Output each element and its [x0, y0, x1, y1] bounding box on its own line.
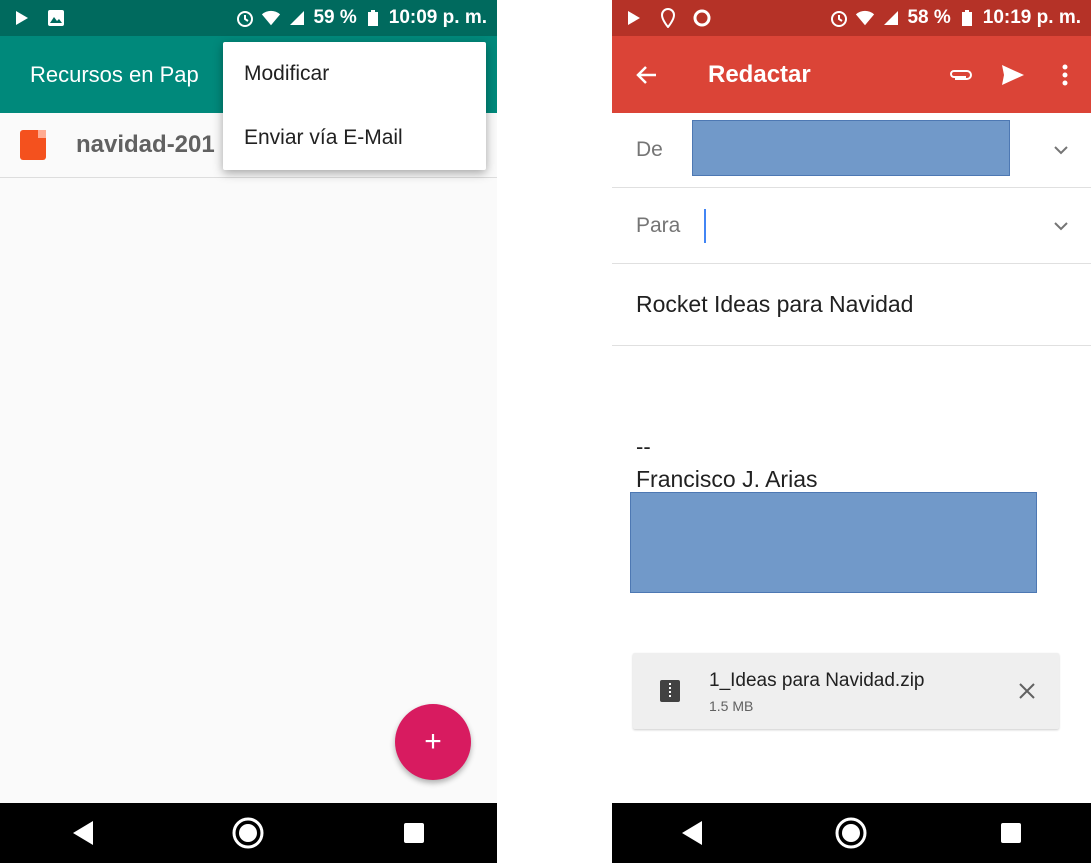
to-field[interactable]: Para [612, 188, 1091, 264]
alarm-icon [829, 8, 849, 28]
right-phone-screen: 58 % 10:19 p. m. Redactar De Para Rocket… [612, 0, 1091, 863]
signal-icon [881, 8, 901, 28]
chevron-down-icon[interactable] [1053, 218, 1069, 234]
navigation-bar [0, 803, 497, 863]
subject-field[interactable]: Rocket Ideas para Navidad [612, 264, 1091, 346]
back-arrow-icon[interactable] [612, 36, 682, 113]
clock: 10:19 p. m. [982, 7, 1081, 28]
pdf-icon [20, 130, 46, 160]
to-label: Para [636, 213, 681, 237]
menu-item-modificar[interactable]: Modificar [223, 42, 486, 106]
nav-recents-icon[interactable] [991, 813, 1031, 853]
redacted-email [692, 120, 1010, 176]
wifi-icon [855, 8, 875, 28]
navigation-bar [612, 803, 1091, 863]
file-name: navidad-201 [76, 131, 215, 158]
from-field[interactable]: De [612, 113, 1091, 188]
location-icon [658, 8, 678, 28]
paperclip-icon[interactable] [935, 36, 987, 113]
battery-percent: 58 % [907, 7, 951, 28]
app-bar: Redactar [612, 36, 1091, 113]
send-icon[interactable] [987, 36, 1039, 113]
page-title: Recursos en Pap [30, 61, 199, 87]
nav-back-icon[interactable] [672, 813, 712, 853]
image-icon [46, 8, 66, 28]
signature-name: Francisco J. Arias [636, 466, 818, 492]
from-label: De [636, 138, 663, 161]
close-icon[interactable] [1011, 675, 1043, 707]
more-vert-icon[interactable] [1039, 36, 1091, 113]
signature-separator: -- [636, 434, 651, 459]
wifi-icon [261, 8, 281, 28]
subject-text: Rocket Ideas para Navidad [636, 291, 914, 317]
overflow-menu: Modificar Enviar vía E-Mail [223, 42, 486, 170]
signal-icon [287, 8, 307, 28]
attachment-size: 1.5 MB [709, 698, 754, 714]
nav-back-icon[interactable] [63, 813, 103, 853]
play-icon [624, 8, 644, 28]
left-phone-screen: 59 % 10:09 p. m. Recursos en Pap navidad… [0, 0, 497, 863]
zip-file-icon [660, 680, 680, 702]
redacted-signature [630, 492, 1037, 593]
alarm-icon [235, 8, 255, 28]
nav-home-icon[interactable] [831, 813, 871, 853]
add-button[interactable]: + [395, 704, 471, 780]
nav-home-icon[interactable] [228, 813, 268, 853]
menu-item-send-email[interactable]: Enviar vía E-Mail [223, 106, 486, 170]
battery-icon [957, 8, 977, 28]
clock: 10:09 p. m. [388, 7, 487, 28]
attachment-chip[interactable]: 1_Ideas para Navidad.zip 1.5 MB [633, 653, 1059, 729]
status-bar: 58 % 10:19 p. m. [612, 0, 1091, 36]
play-icon [12, 8, 32, 28]
nav-recents-icon[interactable] [394, 813, 434, 853]
battery-icon [363, 8, 383, 28]
battery-percent: 59 % [313, 7, 357, 28]
chevron-down-icon[interactable] [1053, 142, 1069, 158]
text-cursor [704, 208, 707, 243]
page-title: Redactar [708, 60, 811, 88]
record-icon [692, 8, 712, 28]
attachment-name: 1_Ideas para Navidad.zip [709, 670, 925, 691]
status-bar: 59 % 10:09 p. m. [0, 0, 497, 36]
